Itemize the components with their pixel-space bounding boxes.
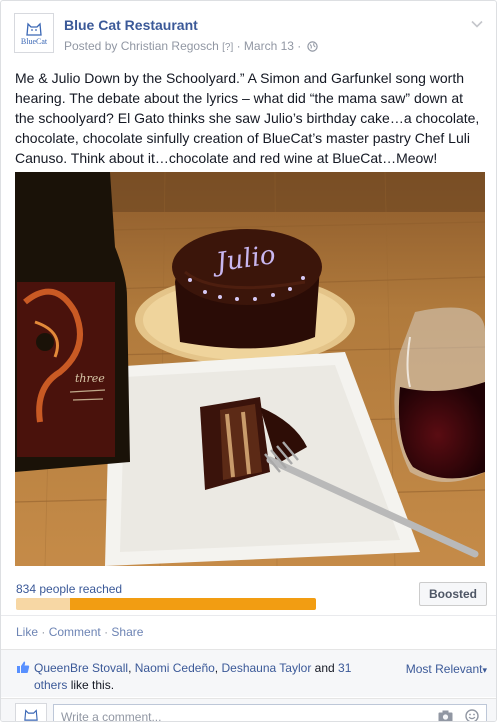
action-separator: ·	[104, 625, 109, 639]
globe-icon[interactable]	[306, 41, 318, 52]
cat-logo-icon	[26, 22, 42, 36]
page-avatar[interactable]: BlueCat	[14, 13, 54, 53]
post-date-link[interactable]: March 13	[244, 39, 294, 53]
reach-count-link[interactable]: 834 people reached	[16, 582, 122, 596]
others-word-link[interactable]: others	[34, 678, 67, 692]
comma: ,	[214, 661, 219, 675]
comment-link[interactable]: Comment	[49, 625, 101, 639]
byline-dot-2: ·	[297, 39, 302, 53]
reach-paid-fill	[70, 598, 316, 610]
svg-text:three: three	[75, 372, 105, 385]
reach-progress-bar	[16, 598, 316, 610]
likes-text: QueenBre Stovall, Naomi Cedeño, Deshauna…	[34, 660, 384, 694]
author-link[interactable]: Christian Regosch	[121, 39, 219, 53]
post-actions: Like · Comment · Share	[16, 625, 143, 639]
sort-comments-dropdown[interactable]: Most Relevant▾	[406, 662, 487, 676]
reach-organic-fill	[16, 598, 70, 610]
share-link[interactable]: Share	[111, 625, 143, 639]
liker-name-link[interactable]: Naomi Cedeño	[135, 661, 215, 675]
page-name-link[interactable]: Blue Cat Restaurant	[64, 17, 198, 33]
likes-summary: QueenBre Stovall, Naomi Cedeño, Deshauna…	[1, 649, 496, 697]
divider	[1, 615, 496, 616]
chevron-down-icon[interactable]	[470, 17, 484, 31]
post-photo[interactable]: Julio three	[15, 172, 485, 566]
help-marker[interactable]: [?]	[222, 42, 233, 53]
likes-suffix: like this.	[70, 678, 115, 692]
action-separator: ·	[41, 625, 46, 639]
cake-photo-illustration: Julio three	[15, 172, 485, 566]
thumbs-up-icon	[17, 661, 30, 673]
like-link[interactable]: Like	[16, 625, 38, 639]
cat-logo-icon	[24, 709, 38, 721]
byline-prefix: Posted by	[64, 39, 118, 53]
post-card: BlueCat Blue Cat Restaurant Posted by Ch…	[0, 0, 497, 722]
sort-label: Most Relevant	[405, 662, 483, 676]
avatar-brand-text: BlueCat	[20, 37, 48, 46]
comma: ,	[128, 661, 132, 675]
caret-down-icon: ▾	[482, 665, 487, 675]
byline-dot: ·	[236, 39, 241, 53]
comment-input[interactable]	[53, 704, 487, 721]
comment-composer	[1, 698, 496, 722]
post-header: BlueCat Blue Cat Restaurant Posted by Ch…	[14, 13, 486, 57]
commenter-avatar	[15, 703, 47, 721]
liker-name-link[interactable]: QueenBre Stovall	[34, 661, 128, 675]
boosted-button[interactable]: Boosted	[419, 582, 487, 606]
and-word: and	[314, 661, 335, 675]
reach-row: 834 people reached Boosted	[15, 581, 487, 613]
emoji-icon[interactable]	[465, 709, 479, 722]
camera-icon[interactable]	[438, 710, 453, 722]
post-body-text: Me & Julio Down by the Schoolyard.” A Si…	[15, 70, 480, 166]
post-byline: Posted by Christian Regosch [?] · March …	[64, 39, 318, 53]
liker-name-link[interactable]: Deshauna Taylor	[221, 661, 311, 675]
others-count-link[interactable]: 31	[338, 661, 351, 675]
